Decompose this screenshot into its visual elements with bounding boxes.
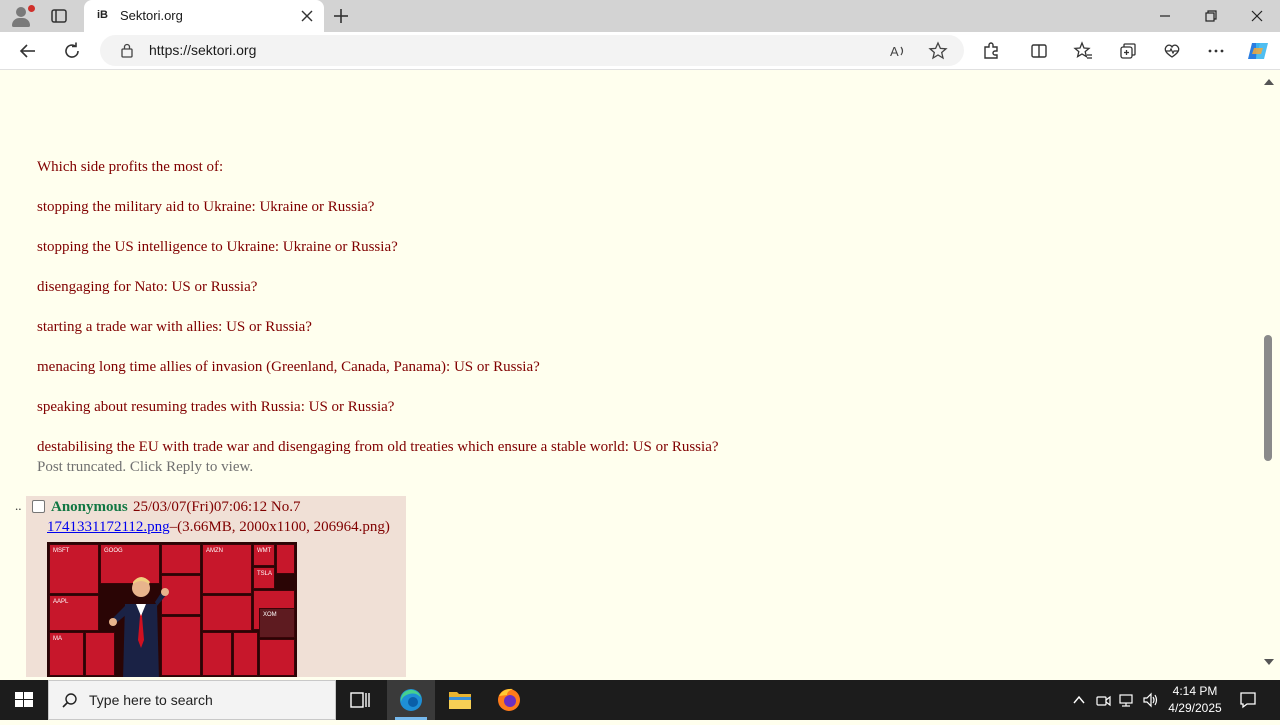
post-body: Which side profits the most of: stopping… [37, 157, 719, 457]
start-windows-icon[interactable] [0, 680, 48, 720]
reply-post: Anonymous 25/03/07(Fri)07:06:12 No.7 174… [26, 496, 406, 677]
scroll-up-arrow-icon[interactable] [1264, 79, 1274, 85]
page-content: Which side profits the most of: stopping… [4, 71, 1260, 677]
new-tab-icon[interactable] [332, 7, 350, 25]
page-scrollbar[interactable] [1260, 71, 1280, 677]
favorite-star-icon[interactable] [928, 41, 948, 61]
restore-icon[interactable] [1203, 8, 1219, 24]
taskbar-edge-app[interactable] [387, 680, 435, 720]
copilot-icon[interactable] [1246, 39, 1270, 63]
minimize-icon[interactable] [1157, 8, 1173, 24]
scrollbar-thumb[interactable] [1264, 335, 1272, 461]
post-line: stopping the US intelligence to Ukraine:… [37, 239, 398, 255]
browser-tab[interactable]: iB Sektori.org [84, 0, 324, 32]
post-menu-dots[interactable]: .. [15, 498, 22, 514]
post-datetime: 25/03/07(Fri)07:06:12 [133, 499, 268, 515]
more-options-icon[interactable] [1206, 41, 1226, 61]
tab-title: Sektori.org [120, 8, 183, 23]
post-meta: 25/03/07(Fri)07:06:12 No.7 [133, 499, 301, 516]
thumb-label: AAPL [53, 599, 69, 605]
close-tab-icon[interactable] [300, 9, 314, 23]
thumb-label: TSLA [257, 571, 273, 577]
post-line: starting a trade war with allies: US or … [37, 319, 312, 335]
lock-icon[interactable] [120, 43, 134, 58]
thumb-label: GOOG [104, 548, 123, 554]
collections-icon[interactable] [1118, 41, 1138, 61]
taskbar-search-box[interactable]: Type here to search [48, 680, 336, 720]
person-figure-icon [109, 577, 169, 677]
folder-icon [449, 692, 471, 709]
windows-taskbar: Type here to search 4:14 PM 4/29/2025 [0, 680, 1280, 720]
scroll-down-arrow-icon[interactable] [1264, 659, 1274, 665]
taskbar-firefox-app[interactable] [485, 680, 533, 720]
file-link[interactable]: 1741331172112.png [47, 519, 170, 535]
meet-now-icon[interactable] [1095, 692, 1111, 708]
file-info: 1741331172112.png–(3.66MB, 2000x1100, 20… [47, 519, 390, 536]
image-thumbnail[interactable]: MSFT GOOG AMZN WMT TSLA AAPL MA XOM [47, 542, 297, 677]
clock-time: 4:14 PM [1172, 684, 1218, 698]
url-text[interactable]: https://sektori.org [149, 42, 256, 58]
favorites-icon[interactable] [1073, 41, 1093, 61]
taskbar-file-explorer-app[interactable] [436, 680, 484, 720]
post-line: speaking about resuming trades with Russ… [37, 399, 395, 415]
profile-icon[interactable] [8, 4, 35, 28]
thumb-label: XOM [263, 612, 277, 618]
read-aloud-icon[interactable]: A [888, 41, 908, 61]
thumb-label: WMT [257, 548, 272, 554]
volume-icon[interactable] [1142, 692, 1158, 708]
post-line: Which side profits the most of: [37, 159, 224, 175]
close-window-icon[interactable] [1249, 8, 1265, 24]
refresh-icon[interactable] [62, 41, 82, 61]
search-icon [62, 693, 77, 708]
back-icon[interactable] [18, 41, 38, 61]
poster-name: Anonymous [51, 499, 128, 515]
tab-actions-icon[interactable] [50, 7, 68, 25]
file-details: –(3.66MB, 2000x1100, 206964.png) [169, 519, 390, 535]
network-icon[interactable] [1118, 692, 1134, 708]
notification-center-icon[interactable] [1239, 691, 1257, 709]
post-line: stopping the military aid to Ukraine: Uk… [37, 199, 375, 215]
thumb-label: MA [53, 636, 62, 642]
browser-essentials-icon[interactable] [1162, 41, 1182, 61]
extensions-icon[interactable] [981, 41, 1001, 61]
clock-date: 4/29/2025 [1168, 701, 1222, 715]
post-line: disengaging for Nato: US or Russia? [37, 279, 258, 295]
tab-favicon: iB [97, 9, 108, 21]
search-placeholder: Type here to search [89, 692, 213, 708]
post-number[interactable]: No.7 [271, 499, 301, 515]
thumb-label: AMZN [206, 548, 223, 554]
task-view-icon [350, 692, 370, 708]
post-line: destabilising the EU with trade war and … [37, 439, 719, 455]
post-line: menacing long time allies of invasion (G… [37, 359, 540, 375]
thumb-label: MSFT [53, 548, 70, 554]
address-bar[interactable]: https://sektori.org A [100, 35, 964, 66]
tab-strip: iB Sektori.org [0, 0, 1280, 32]
post-truncated-notice: Post truncated. Click Reply to view. [37, 459, 254, 475]
post-checkbox[interactable] [32, 500, 45, 513]
svg-text:A: A [890, 44, 899, 59]
taskbar-clock[interactable]: 4:14 PM 4/29/2025 [1160, 683, 1230, 717]
firefox-icon [498, 688, 520, 711]
browser-toolbar: https://sektori.org A [0, 32, 1280, 70]
show-hidden-icons-icon[interactable] [1071, 692, 1087, 708]
split-screen-icon[interactable] [1029, 41, 1049, 61]
edge-icon [400, 689, 422, 711]
task-view-button[interactable] [336, 680, 384, 720]
